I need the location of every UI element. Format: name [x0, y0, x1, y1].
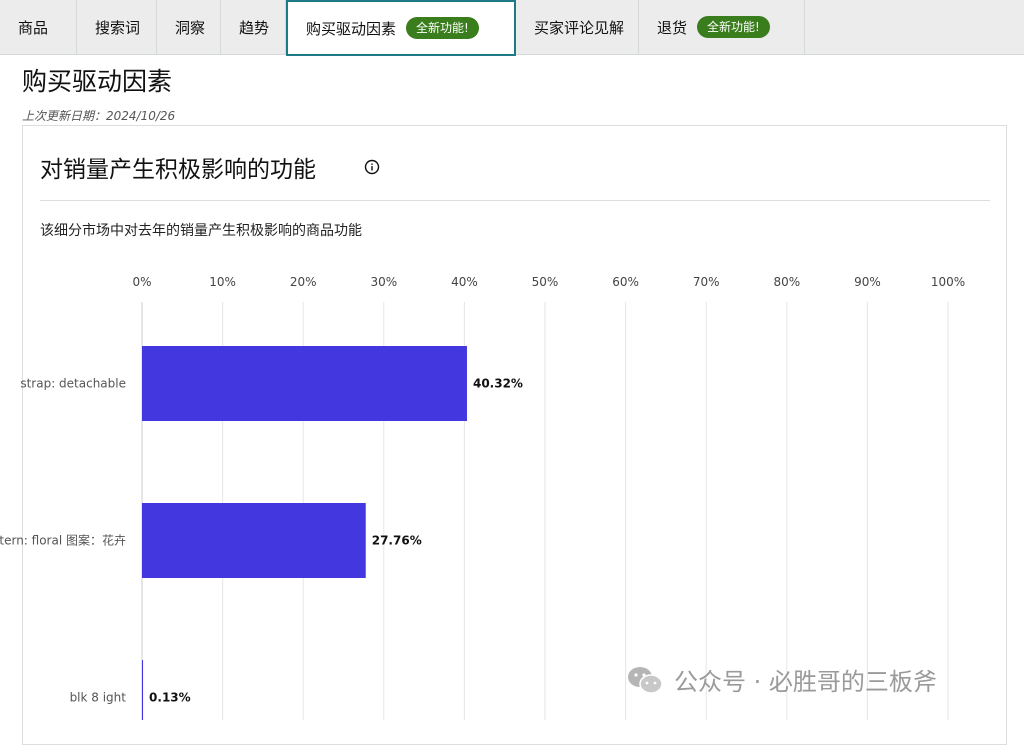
tab-products[interactable]: 商品	[0, 0, 77, 54]
bar-chart: 0% 10% 20% 30% 40% 50% 60% 70% 80% 90% 100% strap: …	[0, 275, 965, 720]
wechat-icon	[628, 666, 663, 694]
tab-search-terms[interactable]: 搜索词	[77, 0, 157, 54]
category-label: strap: detachable	[20, 377, 126, 391]
card-title: 对销量产生积极影响的功能	[40, 157, 316, 183]
tab-review-insights[interactable]: 买家评论见解	[516, 0, 639, 54]
bar	[142, 346, 467, 421]
last-updated-date: 上次更新日期：2024/10/26	[22, 109, 176, 123]
page-title: 购买驱动因素	[22, 67, 173, 96]
x-tick-label: 50%	[532, 275, 559, 289]
x-tick-label: 80%	[773, 275, 800, 289]
x-tick-label: 90%	[854, 275, 881, 289]
tab-label: 趋势	[239, 18, 270, 37]
tab-label: 退货	[657, 18, 688, 37]
tab-trends[interactable]: 趋势	[221, 0, 286, 54]
card-subtitle: 该细分市场中对去年的销量产生积极影响的商品功能	[40, 223, 362, 239]
x-tick-label: 0%	[132, 275, 151, 289]
tab-insights[interactable]: 洞察	[157, 0, 221, 54]
bar	[142, 660, 144, 720]
card-divider	[40, 200, 990, 201]
tab-bar: 商品 搜索词 洞察 趋势 购买驱动因素 全新功能! 买家评论见解 退货 全新功能…	[0, 0, 1024, 56]
tab-label: 搜索词	[95, 18, 141, 37]
x-tick-label: 100%	[931, 275, 965, 289]
new-feature-badge: 全新功能!	[406, 17, 479, 39]
tab-label: 买家评论见解	[534, 18, 625, 37]
x-tick-label: 20%	[290, 275, 317, 289]
x-tick-label: 70%	[693, 275, 720, 289]
watermark-text: 公众号 · 必胜哥的三板斧	[674, 668, 937, 696]
tab-label: 洞察	[175, 18, 206, 37]
category-label: pattern: floral 图案：花卉	[0, 533, 126, 548]
tab-returns[interactable]: 退货 全新功能!	[639, 0, 805, 54]
tab-purchase-drivers[interactable]: 购买驱动因素 全新功能!	[286, 0, 516, 56]
x-tick-label: 40%	[451, 275, 478, 289]
tab-label: 商品	[18, 18, 49, 37]
watermark: 公众号 · 必胜哥的三板斧	[626, 662, 937, 697]
x-tick-label: 10%	[209, 275, 236, 289]
tab-label: 购买驱动因素	[306, 19, 397, 38]
category-label: blk 8 ight	[70, 691, 127, 705]
data-label: 0.13%	[149, 691, 191, 705]
new-feature-badge: 全新功能!	[697, 16, 770, 38]
x-tick-label: 30%	[370, 275, 397, 289]
bar	[142, 503, 366, 578]
x-tick-label: 60%	[612, 275, 639, 289]
data-label: 40.32%	[473, 377, 523, 391]
data-label: 27.76%	[372, 534, 422, 548]
info-icon[interactable]	[364, 159, 380, 175]
